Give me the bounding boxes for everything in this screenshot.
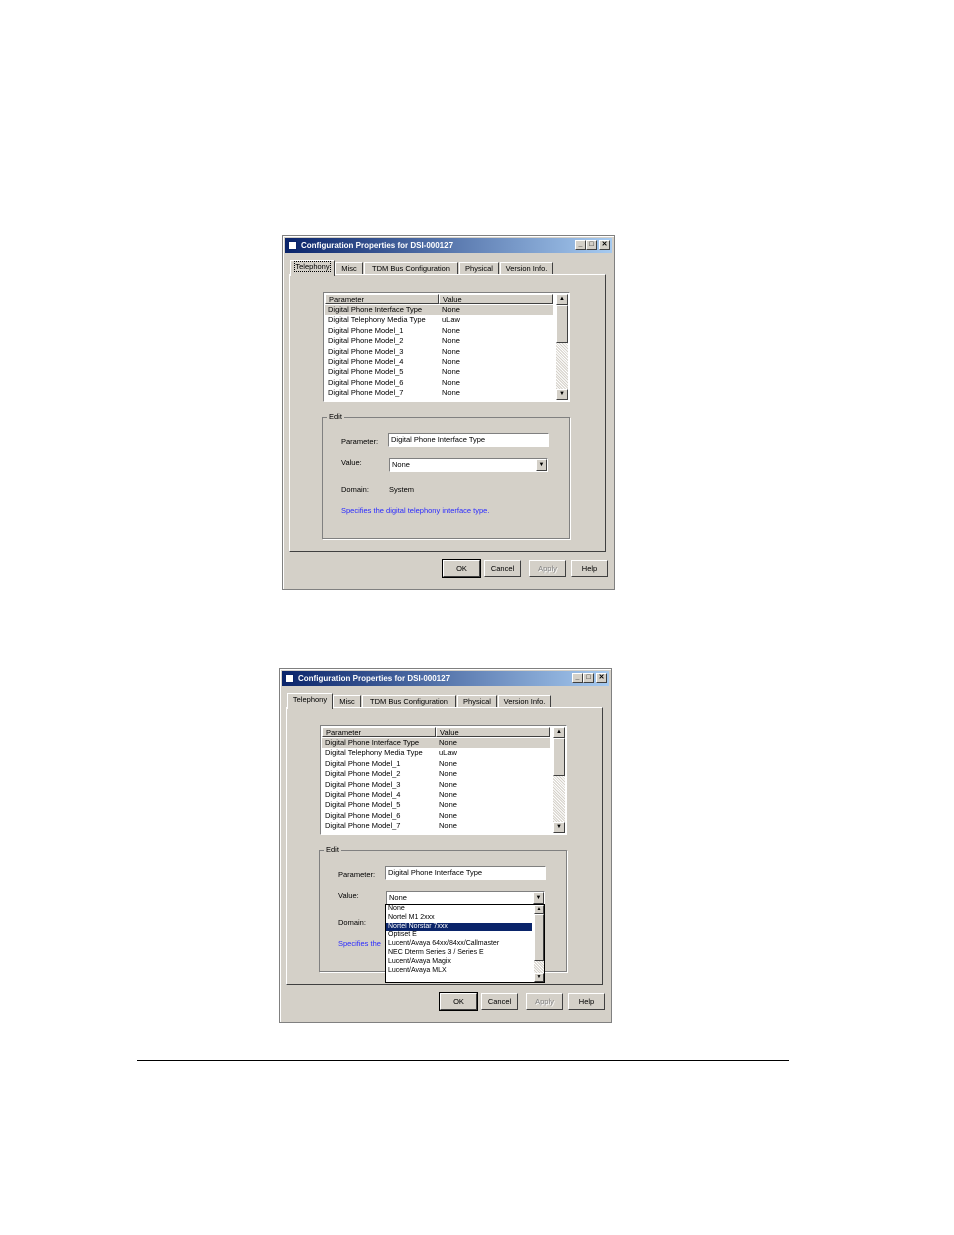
app-icon (288, 241, 297, 250)
list-row[interactable]: Digital Phone Model_6 None (322, 811, 550, 821)
app-icon (285, 674, 294, 683)
scroll-down-arrow-icon[interactable]: ▼ (556, 389, 568, 400)
list-row[interactable]: Digital Phone Model_7 None (322, 821, 550, 831)
dropdown-option-highlighted[interactable]: Nortel Norstar 7xxx (386, 922, 532, 932)
scroll-up-arrow-icon[interactable]: ▲ (534, 905, 544, 914)
edit-group-label: Edit (327, 412, 344, 421)
list-row[interactable]: Digital Phone Model_4 None (322, 790, 550, 800)
help-button[interactable]: Help (568, 993, 605, 1010)
help-button[interactable]: Help (571, 560, 608, 577)
list-row[interactable]: Digital Phone Model_3 None (322, 780, 550, 790)
apply-button[interactable]: Apply (526, 993, 563, 1010)
list-row[interactable]: Digital Phone Model_2 None (325, 336, 553, 346)
edit-groupbox: Edit Parameter: Digital Phone Interface … (322, 412, 570, 539)
value-label: Value: (341, 458, 362, 467)
list-rows: Digital Phone Interface Type None Digital… (325, 305, 553, 399)
config-dialog-2: Configuration Properties for DSI-000127 … (279, 668, 612, 1023)
ok-button[interactable]: OK (439, 992, 478, 1011)
page-divider (137, 1060, 789, 1061)
domain-value: System (389, 485, 415, 494)
list-header: Parameter Value (322, 727, 550, 737)
dropdown-option[interactable]: Lucent/Avaya Magix (386, 958, 544, 967)
close-button[interactable]: ✕ (596, 673, 607, 683)
list-row[interactable]: Digital Phone Model_7 None (325, 388, 553, 398)
column-header-value[interactable]: Value (436, 727, 550, 737)
parameter-list[interactable]: Parameter Value Digital Phone Interface … (320, 725, 567, 835)
tab-telephony[interactable]: Telephony (287, 693, 333, 709)
edit-group-label: Edit (324, 845, 341, 854)
config-dialog-1: Configuration Properties for DSI-000127 … (282, 235, 615, 590)
dropdown-scrollbar[interactable]: ▲ ▼ (534, 905, 544, 982)
minimize-button[interactable]: _ (572, 673, 583, 683)
list-row[interactable]: Digital Telephony Media Type uLaw (322, 748, 550, 758)
list-header: Parameter Value (325, 294, 553, 304)
scroll-down-arrow-icon[interactable]: ▼ (553, 822, 565, 833)
list-row[interactable]: Digital Phone Interface Type None (322, 738, 550, 749)
parameter-label: Parameter: (341, 437, 379, 446)
parameter-list[interactable]: Parameter Value Digital Phone Interface … (323, 292, 570, 402)
list-row[interactable]: Digital Phone Model_2 None (322, 769, 550, 779)
list-row[interactable]: Digital Phone Model_5 None (322, 800, 550, 810)
domain-label: Domain: (338, 918, 366, 927)
list-scrollbar[interactable]: ▲ ▼ (553, 727, 565, 833)
column-header-parameter[interactable]: Parameter (325, 294, 439, 304)
dropdown-option[interactable]: None (386, 905, 544, 914)
list-row[interactable]: Digital Phone Model_3 None (325, 347, 553, 357)
minimize-button[interactable]: _ (575, 240, 586, 250)
tab-telephony[interactable]: Telephony (290, 260, 335, 276)
parameter-label: Parameter: (338, 870, 376, 879)
column-header-parameter[interactable]: Parameter (322, 727, 436, 737)
title-bar[interactable]: Configuration Properties for DSI-000127 … (285, 238, 612, 253)
maximize-button[interactable]: □ (583, 673, 594, 683)
chevron-down-icon[interactable]: ▼ (533, 892, 544, 904)
scroll-down-arrow-icon[interactable]: ▼ (534, 973, 544, 982)
scroll-up-arrow-icon[interactable]: ▲ (553, 727, 565, 738)
dropdown-option[interactable]: Lucent/Avaya 64xx/84xx/Callmaster (386, 940, 544, 949)
domain-label: Domain: (341, 485, 369, 494)
tab-panel: Parameter Value Digital Phone Interface … (289, 274, 606, 552)
parameter-field[interactable]: Digital Phone Interface Type (385, 866, 546, 880)
dropdown-option[interactable]: Lucent/Avaya MLX (386, 967, 544, 976)
maximize-button[interactable]: □ (586, 240, 597, 250)
value-selected: None (392, 460, 410, 469)
apply-button[interactable]: Apply (529, 560, 566, 577)
list-row[interactable]: Digital Telephony Media Type uLaw (325, 315, 553, 325)
tab-panel: Parameter Value Digital Phone Interface … (286, 707, 603, 985)
dropdown-option[interactable]: NEC Dterm Series 3 / Series E (386, 949, 544, 958)
list-scrollbar[interactable]: ▲ ▼ (556, 294, 568, 400)
parameter-field[interactable]: Digital Phone Interface Type (388, 433, 549, 447)
cancel-button[interactable]: Cancel (484, 560, 521, 577)
list-row[interactable]: Digital Phone Interface Type None (325, 305, 553, 316)
list-row[interactable]: Digital Phone Model_1 None (322, 759, 550, 769)
scroll-thumb[interactable] (553, 738, 565, 776)
list-rows: Digital Phone Interface Type None Digital… (322, 738, 550, 832)
dropdown-option[interactable]: Optiset E (386, 931, 544, 940)
title-bar[interactable]: Configuration Properties for DSI-000127 … (282, 671, 609, 686)
scroll-thumb[interactable] (556, 305, 568, 343)
dropdown-option[interactable]: Nortel M1 2xxx (386, 914, 544, 923)
parameter-description: Specifies the (338, 939, 381, 948)
window-title: Configuration Properties for DSI-000127 (301, 241, 454, 250)
parameter-description: Specifies the digital telephony interfac… (341, 506, 490, 515)
value-combobox[interactable]: None ▼ (389, 458, 548, 472)
list-row[interactable]: Digital Phone Model_4 None (325, 357, 553, 367)
chevron-down-icon[interactable]: ▼ (536, 459, 547, 471)
window-title: Configuration Properties for DSI-000127 (298, 674, 451, 683)
ok-button[interactable]: OK (442, 559, 481, 578)
value-label: Value: (338, 891, 359, 900)
value-combobox[interactable]: None ▼ (386, 891, 545, 905)
list-row[interactable]: Digital Phone Model_1 None (325, 326, 553, 336)
list-row[interactable]: Digital Phone Model_6 None (325, 378, 553, 388)
value-dropdown-list[interactable]: None Nortel M1 2xxx Nortel Norstar 7xxx … (385, 904, 545, 983)
scroll-thumb[interactable] (534, 914, 544, 961)
scroll-up-arrow-icon[interactable]: ▲ (556, 294, 568, 305)
cancel-button[interactable]: Cancel (481, 993, 518, 1010)
value-selected: None (389, 893, 407, 902)
column-header-value[interactable]: Value (439, 294, 553, 304)
list-row[interactable]: Digital Phone Model_5 None (325, 367, 553, 377)
close-button[interactable]: ✕ (599, 240, 610, 250)
